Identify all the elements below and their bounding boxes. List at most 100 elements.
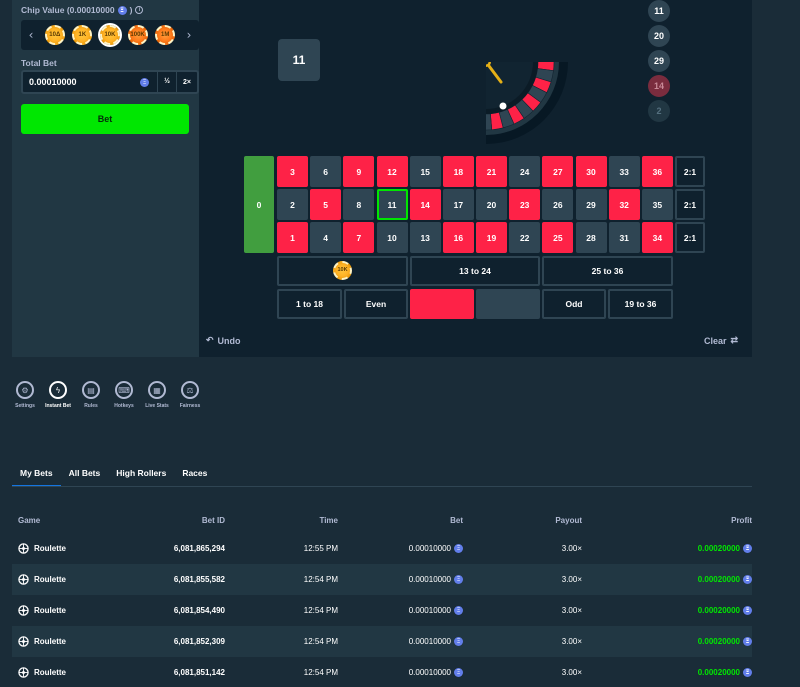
bet-button[interactable]: Bet xyxy=(21,104,189,134)
dozen-bet-third[interactable]: 25 to 36 xyxy=(542,256,673,286)
game-cell: Roulette xyxy=(12,605,122,616)
instant-bet-button[interactable]: ϟ Instant Bet xyxy=(45,381,71,409)
bet-red[interactable] xyxy=(410,289,474,319)
game-name[interactable]: Roulette xyxy=(34,575,66,584)
bet-id[interactable]: 6,081,865,294 xyxy=(122,544,225,553)
tab-my-bets[interactable]: My Bets xyxy=(12,462,61,487)
info-icon[interactable]: i xyxy=(135,6,144,14)
bet-number-13[interactable]: 13 xyxy=(409,222,441,253)
tab-races[interactable]: Races xyxy=(174,462,215,487)
bet-number-4[interactable]: 4 xyxy=(310,222,342,253)
bet-number-7[interactable]: 7 xyxy=(343,222,375,253)
bet-number-2[interactable]: 2 xyxy=(277,189,308,220)
bet-id[interactable]: 6,081,854,490 xyxy=(122,606,225,615)
game-cell: Roulette xyxy=(12,667,122,678)
eth-icon: Ξ xyxy=(140,77,149,87)
bet-number-8[interactable]: 8 xyxy=(343,189,375,220)
bet-number-27[interactable]: 27 xyxy=(542,156,574,187)
chip-prev-arrow-icon[interactable]: ‹ xyxy=(21,28,41,42)
fairness-button[interactable]: ⚖ Fairness xyxy=(179,381,201,409)
bet-black[interactable] xyxy=(476,289,540,319)
bet-number-16[interactable]: 16 xyxy=(442,222,474,253)
bet-number-17[interactable]: 17 xyxy=(442,189,474,220)
chip-100k[interactable]: 100K xyxy=(127,25,148,45)
roulette-icon xyxy=(18,636,29,647)
eth-icon: Ξ xyxy=(454,668,463,677)
dozen-bet-second[interactable]: 13 to 24 xyxy=(410,256,540,286)
total-bet-input[interactable]: 0.00010000 Ξ ½ 2× xyxy=(21,70,199,94)
bet-number-25[interactable]: 25 xyxy=(542,222,574,253)
bet-payout: 3.00× xyxy=(561,637,582,646)
rules-button[interactable]: ▤ Rules xyxy=(80,381,102,409)
game-name[interactable]: Roulette xyxy=(34,544,66,553)
bet-number-28[interactable]: 28 xyxy=(575,222,607,253)
bet-number-11[interactable]: 11 xyxy=(376,189,408,220)
bet-number-15[interactable]: 15 xyxy=(409,156,441,187)
bet-number-36[interactable]: 36 xyxy=(641,156,673,187)
bet-19-to-36[interactable]: 19 to 36 xyxy=(608,289,673,319)
game-name[interactable]: Roulette xyxy=(34,668,66,677)
bet-amount: 0.00010000 Ξ xyxy=(338,575,463,584)
bet-number-20[interactable]: 20 xyxy=(476,189,508,220)
chip-1k[interactable]: 1K xyxy=(72,25,93,45)
settings-button[interactable]: ⚙ Settings xyxy=(14,381,36,409)
bet-number-34[interactable]: 34 xyxy=(641,222,673,253)
bet-number-31[interactable]: 31 xyxy=(608,222,640,253)
chip-10[interactable]: 10Δ xyxy=(44,25,65,45)
wheel-pocket xyxy=(463,0,477,13)
live-stats-button[interactable]: ▦ Live Stats xyxy=(145,381,169,409)
bet-number-29[interactable]: 29 xyxy=(575,189,607,220)
chip-1m[interactable]: 1M xyxy=(155,25,176,45)
bet-number-5[interactable]: 5 xyxy=(310,189,342,220)
chip-10k[interactable]: 10K xyxy=(99,25,120,45)
tab-all-bets[interactable]: All Bets xyxy=(61,462,109,487)
bet-id[interactable]: 6,081,851,142 xyxy=(122,668,225,677)
bet-number-19[interactable]: 19 xyxy=(476,222,508,253)
bet-number-18[interactable]: 18 xyxy=(442,156,474,187)
bet-number-12[interactable]: 12 xyxy=(376,156,408,187)
bet-number-32[interactable]: 32 xyxy=(608,189,640,220)
bet-number-3[interactable]: 3 xyxy=(277,156,308,187)
bet-zero[interactable]: 0 xyxy=(244,156,274,253)
table-row[interactable]: Roulette 6,081,851,142 12:54 PM 0.00010000 Ξ… xyxy=(12,657,752,687)
half-bet-button[interactable]: ½ xyxy=(157,72,177,92)
bet-number-21[interactable]: 21 xyxy=(476,156,508,187)
bet-profit: 0.00020000 Ξ xyxy=(582,668,752,677)
table-row[interactable]: Roulette 6,081,852,309 12:54 PM 0.00010000 Ξ… xyxy=(12,626,752,657)
game-name[interactable]: Roulette xyxy=(34,637,66,646)
bet-number-14[interactable]: 14 xyxy=(409,189,441,220)
bet-number-23[interactable]: 23 xyxy=(509,189,541,220)
bet-odd[interactable]: Odd xyxy=(542,289,606,319)
bet-even[interactable]: Even xyxy=(344,289,408,319)
hotkeys-button[interactable]: ⌨ Hotkeys xyxy=(113,381,135,409)
column-bet-middle[interactable]: 2:1 xyxy=(675,189,705,220)
wheel-pocket xyxy=(537,48,554,60)
column-bet-top[interactable]: 2:1 xyxy=(675,156,705,187)
bet-number-22[interactable]: 22 xyxy=(509,222,541,253)
bet-number-24[interactable]: 24 xyxy=(509,156,541,187)
undo-button[interactable]: ↶ Undo xyxy=(206,335,241,346)
table-row[interactable]: Roulette 6,081,855,582 12:54 PM 0.00010000 Ξ… xyxy=(12,564,752,595)
bet-number-35[interactable]: 35 xyxy=(641,189,673,220)
bet-id[interactable]: 6,081,852,309 xyxy=(122,637,225,646)
chip-next-arrow-icon[interactable]: › xyxy=(179,28,199,42)
bet-id[interactable]: 6,081,855,582 xyxy=(122,575,225,584)
bet-number-10[interactable]: 10 xyxy=(376,222,408,253)
bet-1-to-18[interactable]: 1 to 18 xyxy=(277,289,342,319)
wheel-pocket xyxy=(469,112,482,129)
column-bet-bottom[interactable]: 2:1 xyxy=(675,222,705,253)
table-row[interactable]: Roulette 6,081,865,294 12:55 PM 0.00010000 Ξ… xyxy=(12,533,752,564)
table-row[interactable]: Roulette 6,081,854,490 12:54 PM 0.00010000 Ξ… xyxy=(12,595,752,626)
bet-number-9[interactable]: 9 xyxy=(343,156,375,187)
bet-number-26[interactable]: 26 xyxy=(542,189,574,220)
placed-chip[interactable]: 10K xyxy=(333,261,352,280)
game-name[interactable]: Roulette xyxy=(34,606,66,615)
tab-high-rollers[interactable]: High Rollers xyxy=(108,462,174,487)
bet-amount-value: 0.00010000 xyxy=(408,668,451,677)
bet-number-1[interactable]: 1 xyxy=(277,222,308,253)
clear-button[interactable]: Clear ⇄ xyxy=(704,335,738,346)
bet-number-6[interactable]: 6 xyxy=(310,156,342,187)
bet-number-33[interactable]: 33 xyxy=(608,156,640,187)
double-bet-button[interactable]: 2× xyxy=(177,79,197,86)
bet-number-30[interactable]: 30 xyxy=(575,156,607,187)
